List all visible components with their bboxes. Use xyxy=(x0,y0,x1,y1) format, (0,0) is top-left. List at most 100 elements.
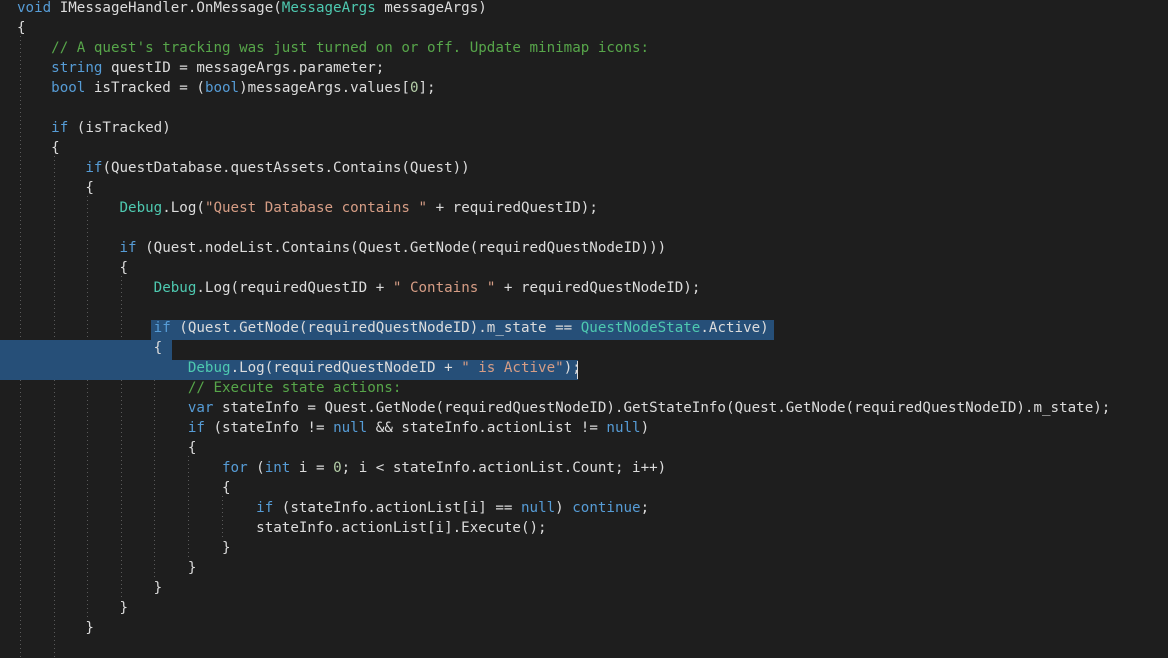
code-line[interactable]: } xyxy=(0,558,1168,578)
code-token: Debug xyxy=(119,200,163,216)
code-token: IMessageHandler.OnMessage( xyxy=(51,0,282,16)
code-token: ; xyxy=(640,500,650,516)
code-line[interactable]: var stateInfo = Quest.GetNode(requiredQu… xyxy=(0,398,1168,418)
code-token: { xyxy=(17,480,231,496)
code-editor[interactable]: void IMessageHandler.OnMessage(MessageAr… xyxy=(0,0,1168,657)
code-token: stateInfo.actionList[i].Execute(); xyxy=(17,520,547,536)
code-token: string xyxy=(51,60,103,76)
code-line[interactable] xyxy=(0,298,1168,318)
code-token: Debug xyxy=(153,280,197,296)
code-line[interactable]: } xyxy=(0,618,1168,638)
code-line[interactable]: { xyxy=(0,258,1168,278)
code-token: " Contains " xyxy=(392,280,496,296)
code-token: MessageArgs xyxy=(281,0,376,16)
code-line[interactable]: { xyxy=(0,178,1168,198)
code-token: // A quest's tracking was just turned on… xyxy=(51,40,650,56)
code-token: null xyxy=(606,420,641,436)
code-line[interactable]: Debug.Log("Quest Database contains " + r… xyxy=(0,198,1168,218)
code-token: } xyxy=(17,620,94,636)
code-token: { xyxy=(17,440,197,456)
code-line[interactable]: } xyxy=(0,598,1168,618)
code-line[interactable]: } xyxy=(0,538,1168,558)
code-line[interactable]: { xyxy=(0,18,1168,38)
code-token: questID = messageArgs.parameter; xyxy=(102,60,385,76)
code-token: (stateInfo != xyxy=(204,420,334,436)
code-line[interactable]: void IMessageHandler.OnMessage(MessageAr… xyxy=(0,0,1168,18)
code-line[interactable]: stateInfo.actionList[i].Execute(); xyxy=(0,518,1168,538)
code-token: && stateInfo.actionList != xyxy=(367,420,607,436)
code-token: .Log(requiredQuestNodeID + xyxy=(230,360,462,376)
code-token: (QuestDatabase.questAssets.Contains(Ques… xyxy=(102,160,470,176)
code-token: " is Active" xyxy=(461,360,564,376)
code-line[interactable]: for (int i = 0; i < stateInfo.actionList… xyxy=(0,458,1168,478)
code-token: 0 xyxy=(333,460,342,476)
code-line[interactable]: // Execute state actions: xyxy=(0,378,1168,398)
code-token: if xyxy=(187,420,205,436)
code-token: .Log(requiredQuestID + xyxy=(196,280,393,296)
code-line[interactable] xyxy=(0,218,1168,238)
code-token: } xyxy=(17,580,163,596)
code-token: if xyxy=(51,120,69,136)
code-token: int xyxy=(264,460,291,476)
code-token: { xyxy=(17,260,129,276)
code-line[interactable]: string questID = messageArgs.parameter; xyxy=(0,58,1168,78)
code-line[interactable]: Debug.Log(requiredQuestID + " Contains "… xyxy=(0,278,1168,298)
code-token: + requiredQuestID); xyxy=(427,200,598,216)
code-token: ) xyxy=(640,420,650,436)
code-token: ; i < stateInfo.actionList.Count; i++) xyxy=(341,460,667,476)
code-line[interactable]: if (Quest.GetNode(requiredQuestNodeID).m… xyxy=(0,318,1168,338)
code-line[interactable]: if (stateInfo.actionList[i] == null) con… xyxy=(0,498,1168,518)
code-line[interactable]: if (stateInfo != null && stateInfo.actio… xyxy=(0,418,1168,438)
code-line[interactable]: if (Quest.nodeList.Contains(Quest.GetNod… xyxy=(0,238,1168,258)
code-token: { xyxy=(17,20,26,36)
code-line[interactable]: } xyxy=(0,578,1168,598)
code-line[interactable]: Debug.Log(requiredQuestNodeID + " is Act… xyxy=(0,358,1168,378)
code-token: void xyxy=(17,0,52,16)
code-line[interactable] xyxy=(0,98,1168,118)
code-token: ); xyxy=(563,360,581,376)
code-line[interactable]: { xyxy=(0,338,1168,358)
code-token: (isTracked) xyxy=(68,120,171,136)
code-line[interactable]: { xyxy=(0,478,1168,498)
code-token: if xyxy=(256,500,274,516)
code-token: )messageArgs.values[ xyxy=(239,80,410,96)
code-token: if xyxy=(119,240,137,256)
code-token: if xyxy=(85,160,103,176)
code-token: 0 xyxy=(409,80,419,96)
code-line[interactable]: // A quest's tracking was just turned on… xyxy=(0,38,1168,58)
code-token: { xyxy=(17,340,163,356)
code-token: i = xyxy=(290,460,334,476)
code-token: (Quest.nodeList.Contains(Quest.GetNode(r… xyxy=(136,240,667,256)
code-token: (stateInfo.actionList[i] == xyxy=(273,500,521,516)
code-token: // Execute state actions: xyxy=(187,380,402,396)
code-token: { xyxy=(17,140,60,156)
code-token: } xyxy=(17,600,129,616)
code-line[interactable] xyxy=(0,638,1168,658)
code-line[interactable]: if (isTracked) xyxy=(0,118,1168,138)
code-line[interactable]: { xyxy=(0,138,1168,158)
code-token: ]; xyxy=(418,80,436,96)
code-token: bool xyxy=(204,80,240,96)
code-token: } xyxy=(17,560,197,576)
code-token: isTracked = ( xyxy=(85,80,205,96)
code-token: .Active) xyxy=(700,320,769,336)
code-token: { xyxy=(17,180,94,196)
code-token: bool xyxy=(51,80,86,96)
code-line[interactable]: if(QuestDatabase.questAssets.Contains(Qu… xyxy=(0,158,1168,178)
code-token: stateInfo = Quest.GetNode(requiredQuestN… xyxy=(213,400,1111,416)
code-token: ) xyxy=(555,500,573,516)
code-line[interactable]: { xyxy=(0,438,1168,458)
code-line[interactable]: bool isTracked = (bool)messageArgs.value… xyxy=(0,78,1168,98)
